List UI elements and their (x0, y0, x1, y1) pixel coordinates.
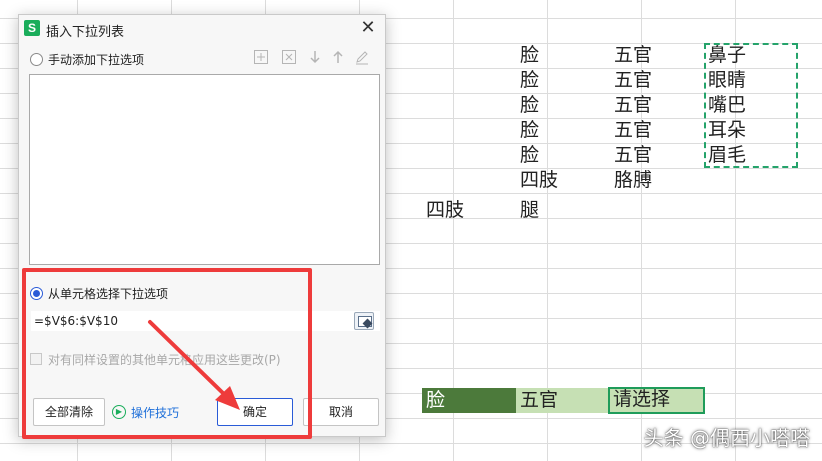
cell-b7[interactable]: 腿 (516, 198, 610, 223)
move-down-icon[interactable] (306, 49, 324, 67)
add-item-icon[interactable] (252, 49, 270, 67)
cell-c3[interactable]: 五官 (610, 93, 704, 118)
cell-b3[interactable]: 脸 (516, 93, 610, 118)
cell-c5[interactable]: 五官 (610, 143, 704, 168)
cell-c1[interactable]: 五官 (610, 43, 704, 68)
cancel-button[interactable]: 取消 (303, 398, 379, 426)
cell-dropdown-level2[interactable]: 五官 (516, 388, 610, 413)
cell-b4[interactable]: 脸 (516, 118, 610, 143)
annotation-highlight-box (22, 268, 312, 439)
cell-a7[interactable]: 四肢 (422, 198, 516, 223)
cell-c6[interactable]: 胳膊 (610, 168, 704, 193)
delete-item-icon[interactable] (280, 49, 298, 67)
range-picker-icon[interactable] (354, 312, 374, 330)
radio-manual-options[interactable] (30, 53, 43, 66)
move-up-icon[interactable] (329, 49, 347, 67)
cell-b1[interactable]: 脸 (516, 43, 610, 68)
cell-dropdown-level1[interactable]: 脸 (422, 388, 516, 413)
cell-c2[interactable]: 五官 (610, 68, 704, 93)
cell-b5[interactable]: 脸 (516, 143, 610, 168)
edit-icon[interactable] (353, 49, 371, 67)
cell-c4[interactable]: 五官 (610, 118, 704, 143)
watermark: 头条 @偶西小嗒嗒 (643, 426, 810, 450)
cell-b2[interactable]: 脸 (516, 68, 610, 93)
cell-b6[interactable]: 四肢 (516, 168, 610, 193)
app-logo-icon: S (24, 20, 40, 36)
manual-options-list[interactable] (29, 74, 380, 265)
close-button[interactable]: ✕ (357, 17, 379, 39)
manual-options-label[interactable]: 手动添加下拉选项 (48, 51, 144, 68)
dialog-title: 插入下拉列表 (46, 25, 125, 40)
copy-selection-marquee (704, 43, 798, 168)
dialog-titlebar[interactable]: S 插入下拉列表 ✕ (19, 15, 385, 43)
cell-dropdown-level3-active[interactable]: 请选择 (608, 387, 705, 414)
